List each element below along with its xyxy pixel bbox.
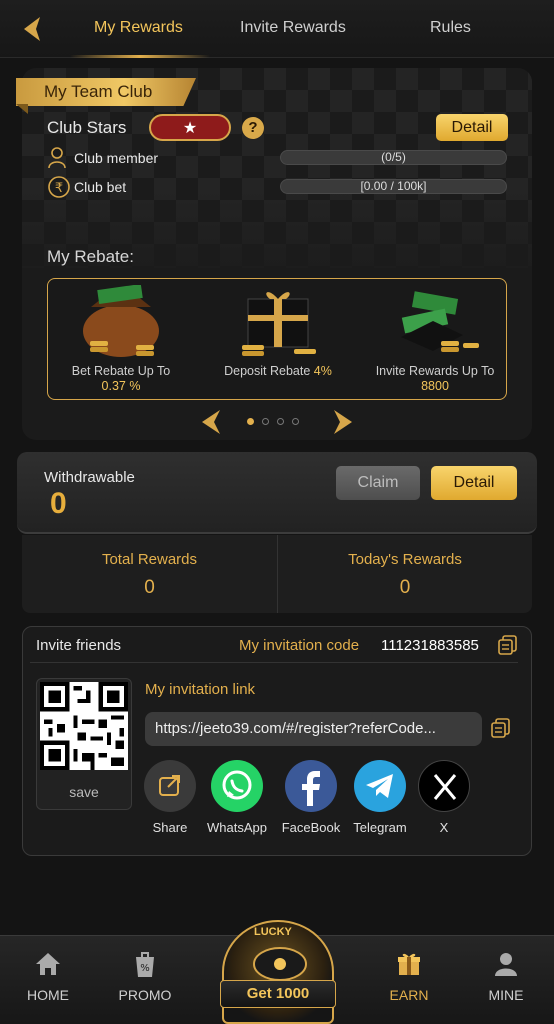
todays-rewards-label: Today's Rewards [348,551,462,568]
nav-home-label[interactable]: HOME [20,987,76,1003]
x-button[interactable] [418,760,470,812]
nav-mine-label[interactable]: MINE [482,987,530,1003]
invitation-code-label: My invitation code [239,637,360,654]
whatsapp-icon [222,770,252,800]
club-stars-badge: ★ [149,114,231,141]
copy-code-icon[interactable] [497,634,519,656]
bet-rebate-label: Bet Rebate Up To [71,364,171,378]
withdrawable-label: Withdrawable [44,469,135,486]
gift-icon[interactable] [396,951,422,977]
facebook-icon [302,771,320,806]
back-arrow-icon[interactable] [18,14,48,44]
help-icon[interactable]: ? [242,117,264,139]
withdrawable-amount: 0 [50,487,67,520]
invitation-link-label: My invitation link [145,681,256,698]
carousel-dot[interactable] [277,418,284,425]
nav-earn-label[interactable]: EARN [384,987,434,1003]
rebate-carousel[interactable]: Bet Rebate Up To 0.37 % Deposit Rebate 4… [47,278,507,400]
invite-rewards-label: Invite Rewards Up To [375,364,495,378]
member-icon [48,147,66,169]
get-1000-button[interactable]: Get 1000 [220,980,336,1008]
claim-button[interactable]: Claim [336,466,420,500]
carousel-dot[interactable] [262,418,269,425]
telegram-label: Telegram [353,820,407,835]
qr-save-label[interactable]: save [36,784,132,800]
promo-icon[interactable]: % [132,951,158,979]
total-rewards-value: 0 [144,577,155,598]
roulette-icon [253,947,307,981]
lucky-wheel[interactable]: LUCKY [222,920,334,1024]
qr-code-icon [40,682,128,770]
carousel-prev-icon[interactable] [200,408,222,436]
telegram-button[interactable] [354,760,406,812]
copy-link-icon[interactable] [490,717,512,739]
carousel-dot[interactable] [292,418,299,425]
club-bet-label: Club bet [74,179,127,195]
share-label: Share [152,820,188,835]
nav-promo-label[interactable]: PROMO [112,987,178,1003]
total-rewards-label: Total Rewards [101,551,198,568]
withdraw-detail-button[interactable]: Detail [431,466,517,500]
user-icon[interactable] [493,951,519,977]
invite-friends-title: Invite friends [36,637,122,654]
cash-pile-icon [401,291,479,352]
tab-rules[interactable]: Rules [430,19,471,37]
deposit-rebate-value: 4% [313,364,332,378]
x-label: X [439,820,449,835]
tab-my-rewards[interactable]: My Rewards [94,19,183,37]
bet-rebate-value: 0.37 % [101,379,141,393]
deposit-rebate-label: Deposit Rebate [224,364,311,378]
tab-invite-rewards[interactable]: Invite Rewards [240,19,346,37]
whatsapp-label: WhatsApp [207,820,267,835]
rebate-title: My Rebate: [47,247,134,266]
club-member-label: Club member [74,150,159,166]
todays-rewards-value: 0 [399,577,411,598]
invitation-link-field[interactable]: https://jeeto39.com/#/register?referCode… [145,712,482,746]
x-icon [433,774,457,800]
home-icon[interactable] [34,951,62,977]
rupee-icon: ₹ [48,176,70,198]
facebook-button[interactable] [285,760,337,812]
share-button[interactable] [144,760,196,812]
carousel-dots [247,418,299,425]
star-icon: ★ [182,119,198,137]
svg-text:₹: ₹ [55,181,63,196]
whatsapp-button[interactable] [211,760,263,812]
invite-rewards-item: Invite Rewards Up To 8800 [370,364,500,394]
active-tab-indicator [70,55,210,58]
svg-text:%: % [140,963,150,974]
club-ribbon: My Team Club [16,78,196,106]
invite-rewards-value: 8800 [421,379,449,393]
deposit-rebate-item: Deposit Rebate 4% [208,364,348,379]
invitation-code-value: 111231883585 [381,637,479,654]
club-stars-label: Club Stars [47,118,127,137]
facebook-label: FaceBook [281,820,341,835]
club-member-progress: (0/5) [280,150,507,165]
top-nav: My Rewards Invite Rewards Rules [0,0,554,58]
carousel-next-icon[interactable] [332,408,354,436]
money-bag-icon [83,285,159,357]
share-icon [159,775,180,796]
telegram-icon [366,774,393,798]
club-bet-progress: [0.00 / 100k] [280,179,507,194]
gift-box-icon [242,292,316,356]
carousel-dot[interactable] [247,418,254,425]
bet-rebate-item: Bet Rebate Up To 0.37 % [56,364,186,394]
club-detail-button[interactable]: Detail [436,114,508,141]
lucky-label: LUCKY [254,926,292,938]
